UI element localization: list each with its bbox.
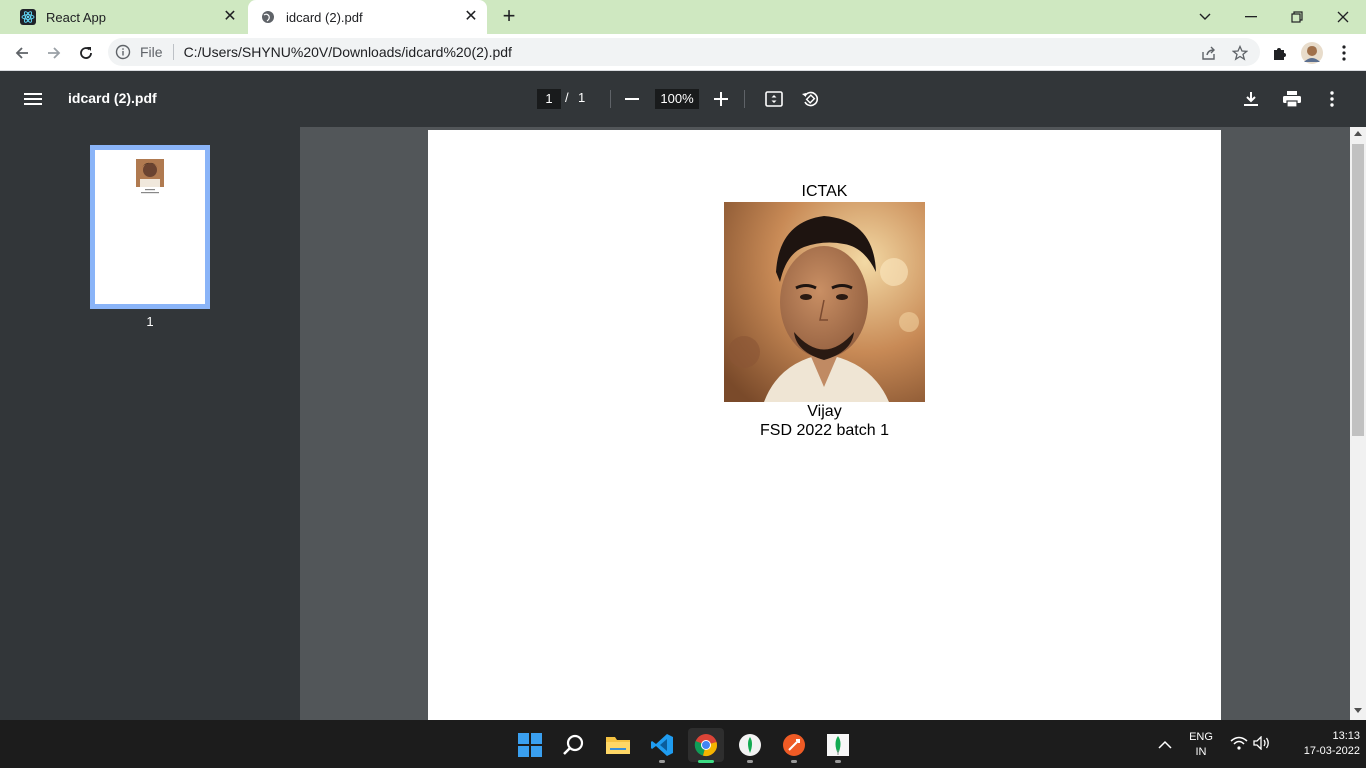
minimize-icon bbox=[1245, 16, 1257, 18]
reload-icon bbox=[80, 47, 92, 59]
star-icon bbox=[1232, 45, 1248, 61]
search-icon[interactable] bbox=[556, 728, 592, 762]
share-button[interactable] bbox=[1196, 40, 1222, 66]
chevron-down-icon bbox=[1199, 13, 1211, 20]
language-indicator[interactable]: ENG IN bbox=[1185, 731, 1217, 758]
running-indicator bbox=[791, 760, 797, 763]
restore-icon bbox=[1291, 11, 1303, 23]
page-number-input[interactable]: 1 bbox=[537, 89, 561, 109]
pdf-more-button[interactable] bbox=[1319, 86, 1345, 112]
menu-icon bbox=[24, 93, 42, 105]
batch-label: FSD 2022 batch 1 bbox=[760, 422, 889, 439]
reload-button[interactable] bbox=[73, 40, 99, 66]
show-hidden-icons-button[interactable] bbox=[1158, 736, 1172, 754]
mongodb-icon[interactable] bbox=[820, 728, 856, 762]
avatar-icon bbox=[1301, 42, 1323, 64]
print-icon bbox=[1283, 91, 1301, 107]
forward-arrow-icon bbox=[48, 47, 61, 59]
scrollbar-thumb[interactable] bbox=[1352, 144, 1364, 436]
tab-title: React App bbox=[46, 9, 106, 25]
minus-icon bbox=[625, 98, 639, 100]
active-indicator bbox=[698, 760, 714, 763]
tab-react-app[interactable]: React App ✕ bbox=[8, 0, 246, 34]
rotate-icon bbox=[802, 91, 818, 107]
back-button[interactable] bbox=[9, 40, 35, 66]
zoom-in-button[interactable] bbox=[708, 86, 734, 112]
chevron-up-icon bbox=[1158, 740, 1172, 749]
lang-code: ENG bbox=[1189, 731, 1213, 743]
bookmark-button[interactable] bbox=[1227, 40, 1253, 66]
close-icon bbox=[1337, 11, 1349, 23]
zoom-out-button[interactable] bbox=[619, 86, 645, 112]
puzzle-icon bbox=[1274, 48, 1286, 60]
clock[interactable]: 13:13 17-03-2022 bbox=[1280, 730, 1360, 757]
start-icon[interactable] bbox=[512, 728, 548, 762]
rotate-button[interactable] bbox=[797, 86, 823, 112]
zoom-level-input[interactable]: 100% bbox=[655, 89, 699, 109]
person-name: Vijay bbox=[807, 403, 842, 420]
running-indicator bbox=[747, 760, 753, 763]
back-arrow-icon bbox=[15, 47, 28, 59]
sidebar-toggle-button[interactable] bbox=[20, 86, 46, 112]
tab-idcard-pdf[interactable]: idcard (2).pdf ✕ bbox=[248, 0, 487, 34]
chrome-icon[interactable] bbox=[688, 728, 724, 762]
browser-menu-button[interactable] bbox=[1331, 40, 1357, 66]
fit-to-page-button[interactable] bbox=[761, 86, 787, 112]
thumbnail-preview bbox=[136, 159, 164, 194]
pdf-title: idcard (2).pdf bbox=[68, 90, 157, 106]
download-button[interactable] bbox=[1238, 86, 1264, 112]
share-icon bbox=[1202, 46, 1215, 60]
close-window-button[interactable] bbox=[1320, 0, 1366, 34]
new-tab-button[interactable]: + bbox=[498, 5, 520, 28]
running-indicator bbox=[659, 760, 665, 763]
profile-avatar[interactable] bbox=[1299, 40, 1325, 66]
plus-icon bbox=[714, 92, 728, 106]
wifi-icon[interactable] bbox=[1230, 736, 1248, 755]
globe-icon bbox=[260, 9, 276, 25]
page-separator: / bbox=[565, 90, 569, 105]
close-tab-icon[interactable]: ✕ bbox=[222, 9, 238, 25]
url-text[interactable]: C:/Users/SHYNU%20V/Downloads/idcard%20(2… bbox=[184, 44, 512, 60]
date: 17-03-2022 bbox=[1303, 745, 1360, 757]
site-info-icon[interactable] bbox=[114, 43, 132, 61]
thumbnail-page-number: 1 bbox=[146, 314, 154, 329]
vscode-icon[interactable] bbox=[644, 728, 680, 762]
scheme-label: File bbox=[140, 44, 174, 60]
more-vert-icon bbox=[1342, 45, 1346, 61]
react-icon bbox=[20, 9, 36, 25]
running-indicator bbox=[835, 760, 841, 763]
more-vert-icon bbox=[1330, 91, 1334, 107]
scroll-up-arrow-icon[interactable] bbox=[1354, 131, 1362, 136]
close-tab-icon[interactable]: ✕ bbox=[463, 9, 479, 25]
region-code: IN bbox=[1195, 746, 1207, 758]
total-pages: 1 bbox=[578, 90, 586, 105]
minimize-button[interactable] bbox=[1228, 0, 1274, 34]
fit-page-icon bbox=[765, 91, 783, 107]
toolbar-divider bbox=[610, 90, 611, 108]
file-explorer-icon[interactable] bbox=[600, 728, 636, 762]
scroll-down-arrow-icon[interactable] bbox=[1354, 708, 1362, 713]
org-name: ICTAK bbox=[801, 183, 848, 200]
tab-search-button[interactable] bbox=[1182, 0, 1228, 34]
mongodb-compass-icon[interactable] bbox=[732, 728, 768, 762]
postman-icon[interactable] bbox=[776, 728, 812, 762]
id-photo bbox=[724, 202, 925, 402]
print-button[interactable] bbox=[1279, 86, 1305, 112]
page-thumbnail[interactable] bbox=[90, 145, 210, 309]
extensions-button[interactable] bbox=[1267, 40, 1293, 66]
forward-button[interactable] bbox=[41, 40, 67, 66]
time: 13:13 bbox=[1332, 730, 1360, 742]
volume-icon[interactable] bbox=[1253, 735, 1271, 755]
toolbar-divider bbox=[744, 90, 745, 108]
restore-button[interactable] bbox=[1274, 0, 1320, 34]
download-icon bbox=[1244, 92, 1258, 106]
tab-title: idcard (2).pdf bbox=[286, 9, 363, 25]
address-bar[interactable]: File C:/Users/SHYNU%20V/Downloads/idcard… bbox=[108, 38, 1260, 66]
